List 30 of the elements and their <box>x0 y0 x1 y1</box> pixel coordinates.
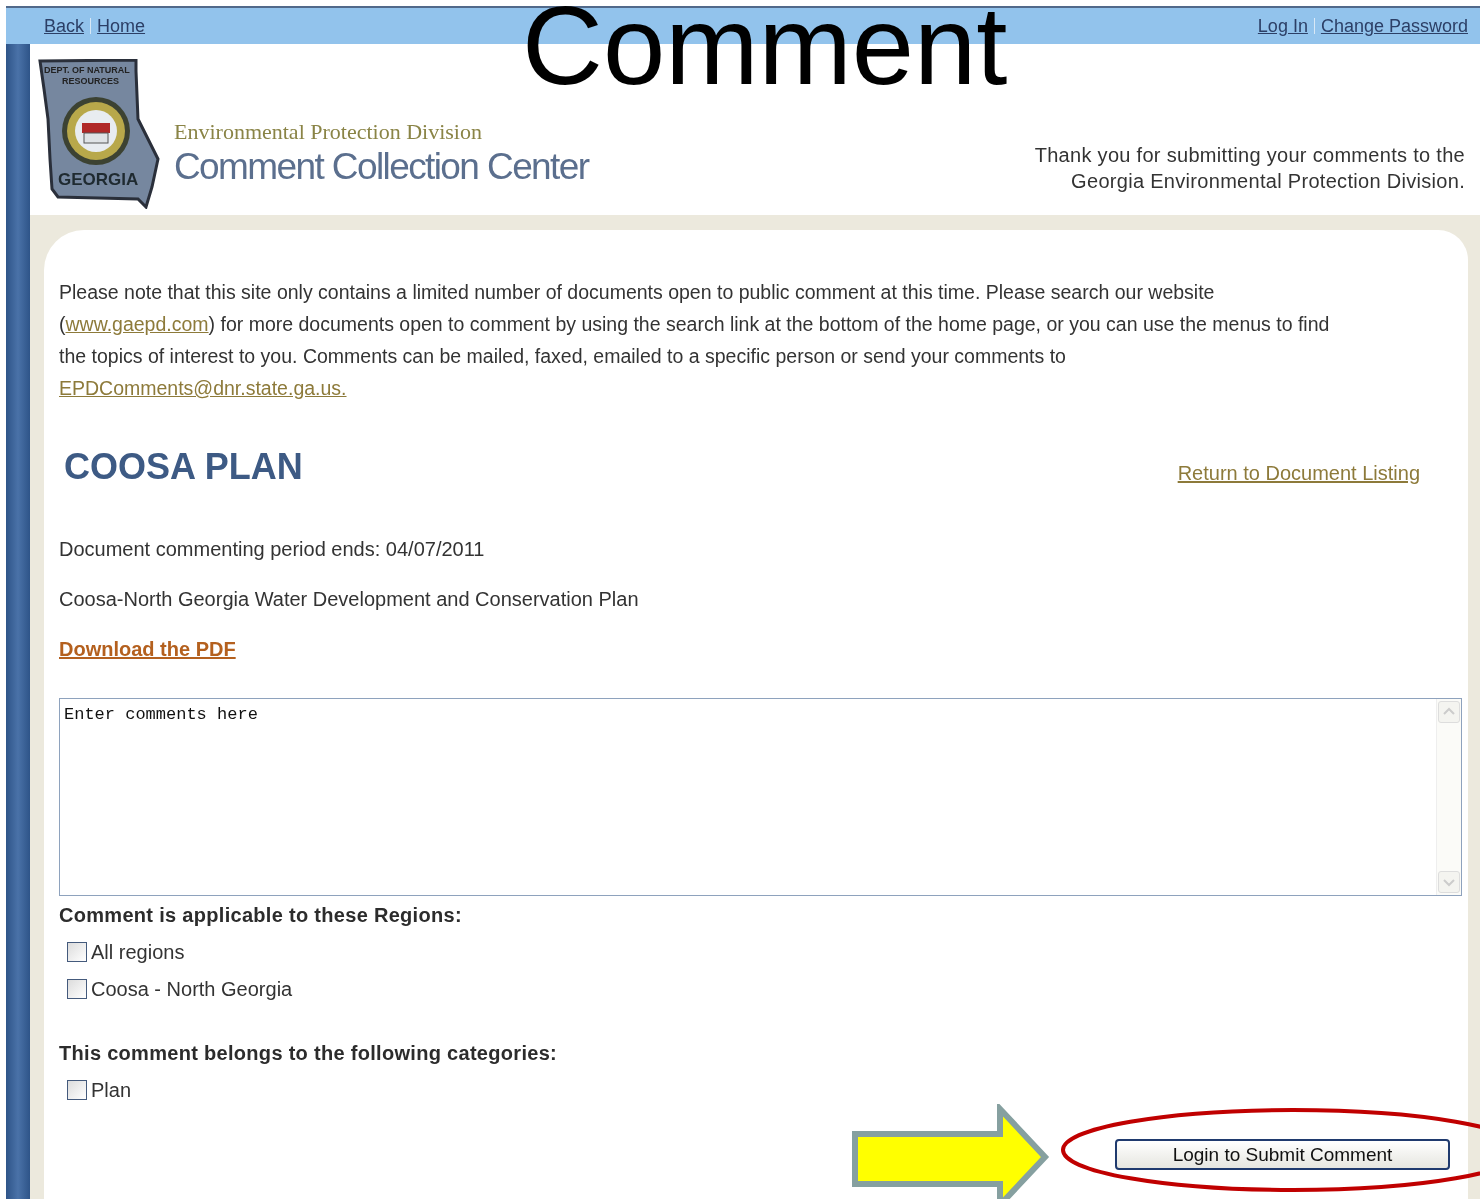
notice-text: Please note that this site only contains a limited number of documents open to public comment at this time. Please search our website (www.gaepd.com) for more documents open to comment by using the search link at the bottom of the home page, or you can use the menus to find the topics of interest to you. Comments can be mailed, faxed, emailed to a specific person or send your comments to EPDComments@dnr.state.ga.us. <box>59 280 1331 401</box>
description-text: Coosa-North Georgia Water Development and Conservation Plan <box>59 587 640 612</box>
checkbox[interactable] <box>67 979 87 999</box>
region-option: All regions <box>91 939 185 965</box>
nav-link[interactable]: Back <box>44 15 85 37</box>
text-link[interactable]: EPDComments@dnr.state.ga.us. <box>59 377 347 399</box>
nav-link[interactable]: Home <box>97 15 146 37</box>
thank-you-text: Thank you for submitting your comments to the Georgia Environmental Protection Division. <box>1034 142 1465 194</box>
checkbox[interactable] <box>67 1080 87 1100</box>
seal-icon <box>62 96 130 165</box>
document-title: COOSA PLAN <box>64 445 303 489</box>
period-text: Document commenting period ends: 04/07/2011 <box>59 537 486 562</box>
text-link[interactable]: www.gaepd.com <box>65 313 209 335</box>
submit-button[interactable]: Login to Submit Comment <box>1115 1139 1450 1170</box>
checkbox[interactable] <box>67 942 87 962</box>
division-name: Environmental Protection Division <box>174 118 483 145</box>
nav-link[interactable]: Change Password <box>1320 15 1468 37</box>
nav-link[interactable]: Log In <box>1257 15 1308 37</box>
logo-text: GEORGIA <box>58 169 139 189</box>
slide-title: Comment <box>522 0 1008 106</box>
site-title: Comment Collection Center <box>174 144 589 189</box>
categories-label: This comment belongs to the following categories: <box>59 1041 559 1066</box>
regions-label: Comment is applicable to these Regions: <box>59 903 463 928</box>
region-option: Coosa - North Georgia <box>91 976 293 1002</box>
comment-field[interactable]: Enter comments here <box>59 698 1462 896</box>
logo-text: DEPT. OF NATURAL <box>44 64 130 75</box>
category-option: Plan <box>91 1077 132 1103</box>
logo-text: RESOURCES <box>62 75 119 86</box>
download-link[interactable]: Download the PDF <box>59 635 236 663</box>
return-link[interactable]: Return to Document Listing <box>1177 449 1420 485</box>
